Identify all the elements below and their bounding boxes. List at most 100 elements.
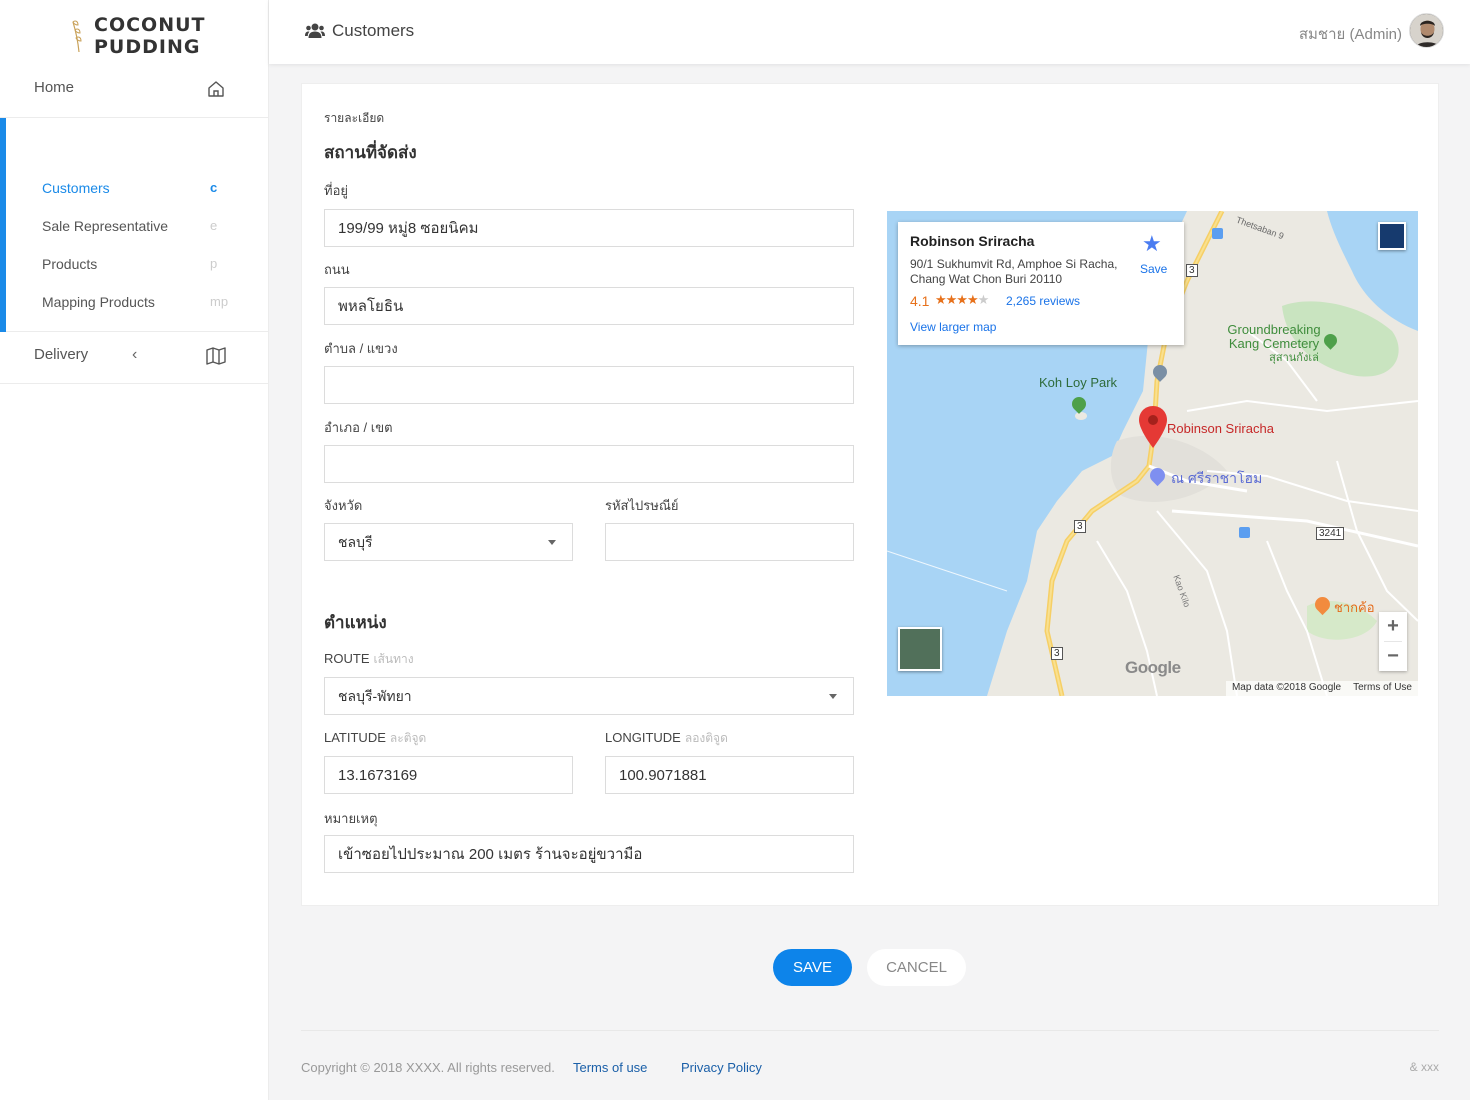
road-input[interactable] [324,287,854,325]
avatar[interactable] [1409,13,1444,48]
home-icon [208,81,224,97]
save-button[interactable]: SAVE [773,949,852,986]
province-label: จังหวัด [324,498,363,513]
map-label-cemetery-th: สุสานกังเล่ [1269,352,1319,364]
map-label-cemetery-en: Groundbreaking Kang Cemetery [1227,322,1321,351]
sidebar-item-label: Sale Representative [42,218,169,234]
terms-of-use-link[interactable]: Terms of use [573,1060,647,1075]
brand-line-2: PUDDING [94,36,201,58]
latitude-label-sub: ละติจูด [389,731,427,745]
longitude-input[interactable] [605,756,854,794]
bus-stop-icon [1212,228,1223,239]
longitude-label-sub: ลองติจูด [684,731,728,745]
subdistrict-label: ตำบล / แขวง [324,341,398,356]
shipping-section-title: สถานที่จัดส่ง [324,143,417,162]
caret-down-icon [548,540,556,545]
user-name[interactable]: สมชาย (Admin) [1299,22,1402,46]
sidebar-item-mapping-products[interactable]: Mapping Products mp [42,294,232,314]
note-label: หมายเหตุ [324,811,378,826]
map-attribution: Map data ©2018 Google Terms of Use [1225,681,1418,696]
province-selected-value: ชลบุรี [338,534,373,550]
rating-stars-icon: ★★★★★ [935,292,989,307]
copyright-text: Copyright © 2018 XXXX. All rights reserv… [301,1060,555,1075]
district-label: อำเภอ / เขต [324,420,393,435]
google-map[interactable]: 3 3 3 3241 Thetsaban 9 Kao Kilo Groundbr… [887,211,1418,696]
address-label: ที่อยู่ [324,183,348,198]
brand-line-1: COCONUT [94,14,206,36]
position-section-title: ตำแหน่ง [324,613,387,632]
place-reviews-link[interactable]: 2,265 reviews [1006,294,1080,308]
map-terms-link[interactable]: Terms of Use [1353,682,1412,693]
users-icon [305,23,325,38]
place-name: Robinson Sriracha [910,233,1035,249]
map-icon [206,347,226,365]
detail-label: รายละเอียด [324,111,385,125]
latitude-input[interactable] [324,756,573,794]
footer-divider [301,1030,1439,1031]
zoom-in-button[interactable]: + [1379,612,1407,641]
map-label-restaurant: ชากค้อ [1334,600,1375,615]
route-shield-3: 3 [1074,520,1086,533]
province-select[interactable]: ชลบุรี [324,523,573,561]
sidebar-item-label: Delivery [34,346,89,363]
location-pin-icon [1139,406,1167,448]
sidebar-item-label: Mapping Products [42,294,155,310]
latitude-label-text: LATITUDE [324,730,386,745]
sidebar-item-sale-representative[interactable]: Sale Representative e [42,218,232,238]
route-label: ROUTE เส้นทาง [324,650,414,669]
sidebar-item-abbr: mp [210,294,229,309]
zoom-controls: + − [1379,612,1407,671]
map-data-credit: Map data ©2018 Google [1231,682,1342,693]
satellite-view-toggle[interactable] [898,627,942,671]
sidebar-customers-group: Customers c Sale Representative e Produc… [0,118,268,332]
sidebar-item-delivery[interactable]: Delivery ‹ [0,332,268,384]
sidebar: COCONUT PUDDING Home Customers c Sale Re… [0,0,269,1100]
sidebar-item-label: Home [34,79,75,96]
cancel-button[interactable]: CANCEL [867,949,966,986]
coconut-leaf-icon [72,20,82,53]
customer-form-card: รายละเอียด สถานที่จัดส่ง ที่อยู่ ถนน ตำบ… [301,83,1439,906]
sidebar-item-products[interactable]: Products p [42,256,232,276]
map-layer-toggle[interactable] [1378,222,1406,250]
place-info-card: Robinson Sriracha 90/1 Sukhumvit Rd, Amp… [898,222,1184,345]
page-title: Customers [332,21,415,40]
route-select[interactable]: ชลบุรี-พัทยา [324,677,854,715]
note-input[interactable] [324,835,854,873]
map-label-hotel: ณ ศรีราชาโฮม [1171,470,1263,486]
route-selected-value: ชลบุรี-พัทยา [338,688,412,704]
sidebar-item-abbr: p [210,256,218,271]
postcode-input[interactable] [605,523,854,561]
brand-logo[interactable]: COCONUT PUDDING [70,14,210,58]
route-shield-3: 3 [1051,647,1063,660]
sidebar-item-label: Customers [42,180,110,196]
save-star-icon[interactable]: ★ [1142,231,1162,257]
route-label-sub: เส้นทาง [373,652,414,666]
zoom-out-button[interactable]: − [1379,642,1407,671]
sidebar-item-home[interactable]: Home [0,70,268,118]
brand-name: COCONUT PUDDING [94,14,205,58]
save-place-button[interactable]: Save [1140,262,1167,276]
chevron-left-icon: ‹ [132,346,138,363]
subdistrict-input[interactable] [324,366,854,404]
map-label-pin: Robinson Sriracha [1167,421,1274,436]
top-header: Customers สมชาย (Admin) [269,0,1470,64]
route-label-text: ROUTE [324,651,370,666]
longitude-label-text: LONGITUDE [605,730,681,745]
address-input[interactable] [324,209,854,247]
footer-right-text: & xxx [1409,1060,1439,1074]
sidebar-item-abbr: c [210,180,218,195]
longitude-label: LONGITUDE ลองติจูด [605,729,728,748]
route-shield-3241: 3241 [1316,527,1345,540]
map-label-cemetery: Groundbreaking Kang Cemetery สุสานกังเล่ [1219,323,1329,365]
latitude-label: LATITUDE ละติจูด [324,729,426,748]
route-shield-3: 3 [1186,264,1198,277]
district-input[interactable] [324,445,854,483]
privacy-policy-link[interactable]: Privacy Policy [681,1060,762,1075]
bus-stop-icon [1239,527,1250,538]
place-address: 90/1 Sukhumvit Rd, Amphoe Si Racha, Chan… [910,257,1118,286]
google-logo: Google [1125,658,1181,677]
sidebar-item-customers[interactable]: Customers c [42,180,232,200]
view-larger-map-link[interactable]: View larger map [910,320,996,334]
road-label: ถนน [324,262,350,277]
sidebar-item-abbr: e [210,218,218,233]
